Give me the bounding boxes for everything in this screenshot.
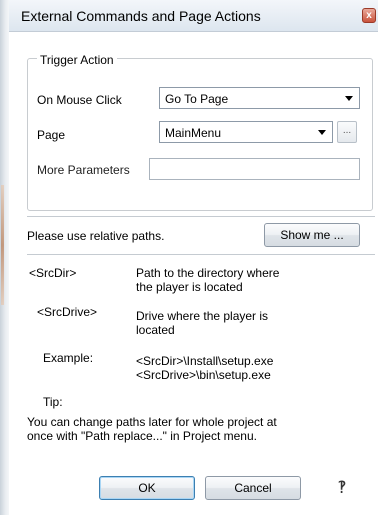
background-accent (1, 185, 4, 305)
divider-middle (27, 254, 375, 255)
example-srcdrive: <SrcDrive>\bin\setup.exe (136, 368, 271, 382)
close-button[interactable]: x (362, 8, 376, 23)
tip-label: Tip: (43, 395, 63, 409)
page-label: Page (37, 128, 66, 142)
question-mark-icon[interactable]: ‽ (334, 478, 350, 498)
srcdir-key: <SrcDir> (29, 266, 77, 280)
more-parameters-field[interactable] (149, 158, 360, 180)
srcdrive-key: <SrcDrive> (37, 305, 98, 319)
divider-top (27, 216, 375, 217)
on-mouse-click-select[interactable]: Go To Page (159, 87, 360, 109)
cancel-button[interactable]: Cancel (205, 476, 301, 500)
chevron-down-icon (341, 90, 357, 106)
close-icon: x (366, 10, 372, 21)
page-value: MainMenu (165, 126, 222, 140)
example-label: Example: (43, 351, 94, 365)
example-srcdir: <SrcDir>\Install\setup.exe (136, 354, 274, 368)
title-bar: External Commands and Page Actions x (9, 0, 378, 32)
srcdrive-desc-line1: Drive where the player is (136, 309, 269, 323)
trigger-action-legend: Trigger Action (37, 53, 117, 67)
dialog-title: External Commands and Page Actions (21, 8, 261, 24)
tip-line1: You can change paths later for whole pro… (27, 415, 277, 429)
on-mouse-click-value: Go To Page (165, 92, 229, 106)
page-select[interactable]: MainMenu (159, 121, 333, 143)
background-window-edge (0, 0, 9, 515)
tip-line2: once with "Path replace..." in Project m… (27, 429, 257, 443)
relative-paths-hint: Please use relative paths. (27, 229, 165, 243)
chevron-down-icon (314, 124, 330, 140)
srcdrive-desc-line2: located (136, 323, 175, 337)
srcdir-desc-line2: the player is located (136, 280, 243, 294)
ok-button[interactable]: OK (99, 476, 195, 500)
show-me-button[interactable]: Show me ... (264, 223, 360, 247)
browse-button[interactable]: ... (337, 121, 357, 143)
more-parameters-label: More Parameters (37, 163, 130, 177)
on-mouse-click-label: On Mouse Click (37, 93, 122, 107)
dialog-window: External Commands and Page Actions x Tri… (0, 0, 378, 515)
dialog-content: Trigger Action On Mouse Click Go To Page… (9, 32, 378, 515)
srcdir-desc-line1: Path to the directory where (136, 266, 280, 280)
